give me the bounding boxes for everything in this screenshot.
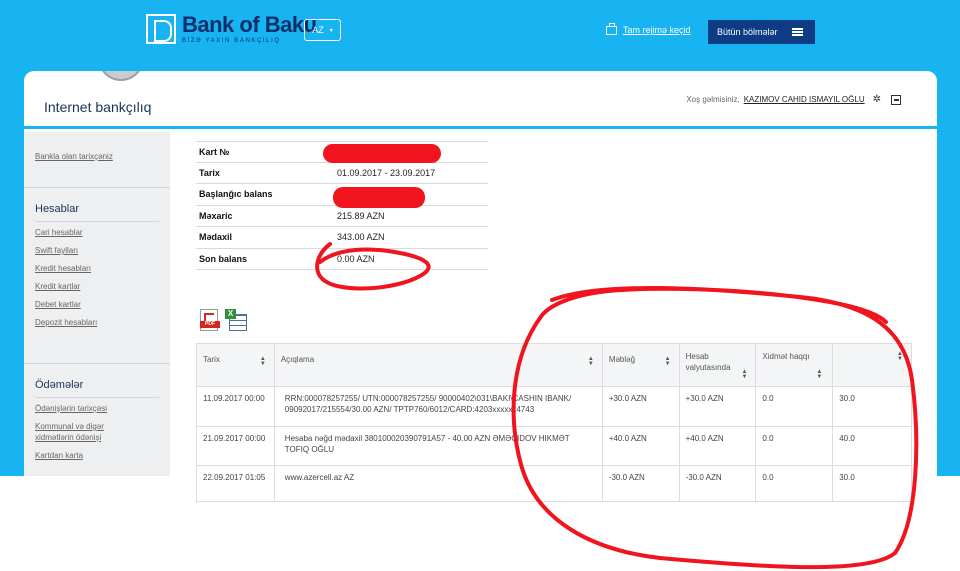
summary-label: Mədaxil xyxy=(199,232,233,243)
sidebar-divider xyxy=(24,187,170,188)
user-name-link[interactable]: KAZIMOV CAHID ISMAYIL OĞLU xyxy=(744,95,865,104)
sidebar-item-debit-cards[interactable]: Debet kartlar xyxy=(35,300,159,309)
table-row[interactable]: 21.09.2017 00:00 Hesaba nəğd mədaxil 380… xyxy=(197,427,911,466)
sidebar-divider xyxy=(24,363,170,364)
table-row[interactable]: 11.09.2017 00:00 RRN:000078257255/ UTN:0… xyxy=(197,387,911,427)
chevron-down-icon: ▾ xyxy=(329,27,333,34)
sidebar-section-accounts: Hesablar xyxy=(35,203,159,222)
sort-icon[interactable]: ▲ ▼ xyxy=(665,356,671,367)
summary-row: Mədaxil 343.00 AZN xyxy=(196,227,488,249)
sidebar-item-current-accounts[interactable]: Cari hesablar xyxy=(35,228,159,237)
cell-amount: +30.0 AZN xyxy=(603,387,680,426)
menu-icon xyxy=(791,28,803,36)
logo-mark-icon xyxy=(146,14,176,44)
cell-account-amount: +30.0 AZN xyxy=(680,387,757,426)
summary-value: 0.00 AZN xyxy=(337,253,375,264)
page-title: Internet bankçılıq xyxy=(44,99,152,115)
sort-icon[interactable]: ▲ ▼ xyxy=(260,356,266,367)
column-header-balance[interactable]: ▲ ▼ xyxy=(833,344,911,386)
vault-icon xyxy=(98,71,144,81)
excel-label: X xyxy=(225,309,236,319)
sidebar-item-payment-history[interactable]: Ödənişlərin tarixçəsi xyxy=(35,404,159,413)
sidebar-item-credit-accounts[interactable]: Kredit hesabları xyxy=(35,264,159,273)
briefcase-icon xyxy=(606,22,617,35)
cell-date: 22.09.2017 01:05 xyxy=(197,466,275,501)
summary-value: 215.89 AZN xyxy=(337,210,385,221)
cell-balance: 30.0 xyxy=(839,394,855,403)
cell-amount: -30.0 AZN xyxy=(603,466,680,501)
bank-logo[interactable]: Bank of Baku BİZƏ YAXIN BANKÇILIQ xyxy=(146,13,317,45)
transactions-table: Tarix ▲ ▼ Açıqlama ▲ ▼ Məbləğ ▲ ▼ Hesab valyut… xyxy=(196,343,912,502)
summary-label: Məxaric xyxy=(199,210,233,221)
sidebar-item-swift-files[interactable]: Swift faylları xyxy=(35,246,159,255)
summary-label: Kart № xyxy=(199,146,230,157)
summary-label: Tarix xyxy=(199,167,220,178)
sidebar-item-credit-cards[interactable]: Kredit kartlar xyxy=(35,282,159,291)
column-header-fee[interactable]: Xidmət haqqı ▲ ▼ xyxy=(756,344,834,386)
summary-label: Son balans xyxy=(199,253,248,264)
language-value: AZ xyxy=(312,25,324,35)
cell-description: www.azercell.az AZ xyxy=(275,466,603,501)
summary-value: 343.00 AZN xyxy=(337,232,385,243)
cell-balance: 30.0 xyxy=(839,473,855,482)
cell-description: RRN:000078257255/ UTN:000078257255/ 9000… xyxy=(275,387,603,426)
cell-balance: 40.0 xyxy=(839,434,855,443)
sidebar-item-utility-payments[interactable]: Kommunal və digər xidmətlərin ödənişi xyxy=(35,421,127,443)
panel-header: Internet bankçılıq Xoş gəlmisiniz, KAZIM… xyxy=(24,71,937,129)
welcome-text: Xoş gəlmisiniz, xyxy=(686,95,740,104)
pdf-export-icon[interactable]: PDF xyxy=(200,309,220,331)
summary-value: 01.09.2017 - 23.09.2017 xyxy=(337,167,436,178)
table-header: Tarix ▲ ▼ Açıqlama ▲ ▼ Məbləğ ▲ ▼ Hesab valyut… xyxy=(197,344,911,387)
cell-date: 11.09.2017 00:00 xyxy=(197,387,275,426)
column-header-date[interactable]: Tarix ▲ ▼ xyxy=(197,344,275,386)
excel-export-icon[interactable]: X xyxy=(225,309,247,331)
cell-account-amount: +40.0 AZN xyxy=(680,427,757,465)
sidebar: Bankla olan tarixçəniz Hesablar Cari hes… xyxy=(24,132,170,476)
summary-row: Tarix 01.09.2017 - 23.09.2017 xyxy=(196,163,488,184)
all-sections-label: Bütün bölmələr xyxy=(717,27,778,37)
sort-icon[interactable]: ▲ ▼ xyxy=(816,369,822,380)
sidebar-item-card-to-card[interactable]: Kartdan karta xyxy=(35,451,159,460)
cell-date: 21.09.2017 00:00 xyxy=(197,427,275,465)
language-select[interactable]: AZ ▾ xyxy=(304,19,341,41)
column-header-account-currency[interactable]: Hesab valyutasında ▲ ▼ xyxy=(680,344,757,386)
bank-tagline: BİZƏ YAXIN BANKÇILIQ xyxy=(182,38,281,44)
full-mode-link[interactable]: Tam rejimə keçid xyxy=(606,22,691,35)
sidebar-section-payments: Ödəmələr xyxy=(35,379,159,398)
welcome-bar: Xoş gəlmisiniz, KAZIMOV CAHID ISMAYIL OĞ… xyxy=(686,94,901,105)
column-header-amount[interactable]: Məbləğ ▲ ▼ xyxy=(603,344,680,386)
cell-fee: 0.0 xyxy=(756,466,834,501)
logout-icon[interactable] xyxy=(891,94,901,105)
sidebar-item-history[interactable]: Bankla olan tarixçəniz xyxy=(35,152,159,161)
gear-icon[interactable]: ✲ xyxy=(873,94,881,105)
sort-icon[interactable]: ▲ ▼ xyxy=(741,369,747,380)
pdf-label: PDF xyxy=(200,321,220,328)
cell-fee: 0.0 xyxy=(756,427,834,465)
column-header-description[interactable]: Açıqlama ▲ ▼ xyxy=(275,344,603,386)
redaction-card-number xyxy=(323,144,441,163)
bank-name: Bank of Baku xyxy=(182,12,317,37)
summary-row: Məxaric 215.89 AZN xyxy=(196,206,488,227)
cell-account-amount: -30.0 AZN xyxy=(680,466,757,501)
redaction-opening-balance xyxy=(333,187,425,208)
summary-row: Son balans 0.00 AZN xyxy=(196,249,488,270)
summary-label: Başlanğıc balans xyxy=(199,189,273,200)
cell-description: Hesaba nəğd mədaxil 380100020390791A57 -… xyxy=(275,427,603,465)
cell-amount: +40.0 AZN xyxy=(603,427,680,465)
all-sections-button[interactable]: Bütün bölmələr xyxy=(708,20,815,44)
table-row[interactable]: 22.09.2017 01:05 www.azercell.az AZ -30.… xyxy=(197,466,911,501)
cell-fee: 0.0 xyxy=(756,387,834,426)
sort-icon[interactable]: ▲ ▼ xyxy=(588,356,594,367)
sort-icon[interactable]: ▲ ▼ xyxy=(897,351,903,362)
sidebar-item-deposit-accounts[interactable]: Depozit hesabları xyxy=(35,318,159,327)
full-mode-label: Tam rejimə keçid xyxy=(623,25,691,35)
